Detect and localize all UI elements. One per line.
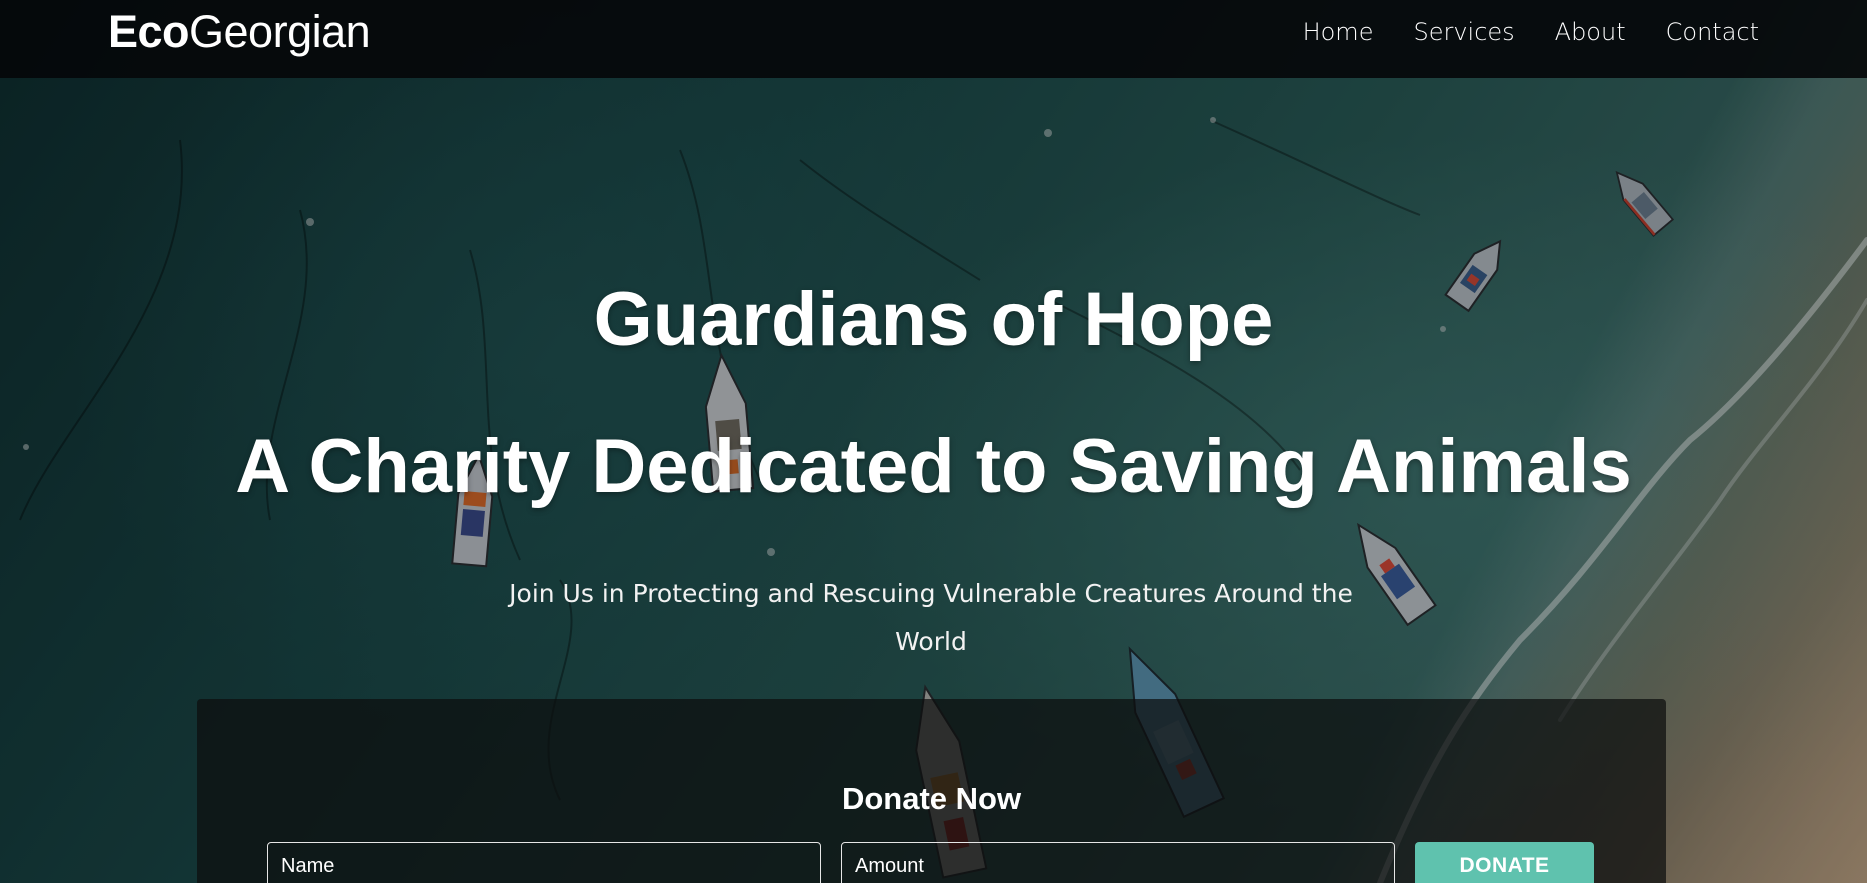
site-logo[interactable]: EcoGeorgian	[108, 6, 371, 58]
nav-link-services[interactable]: Services	[1413, 18, 1514, 46]
donation-amount-input[interactable]	[841, 842, 1395, 883]
hero-title-line2: A Charity Dedicated to Saving Animals	[235, 424, 1632, 509]
logo-regular-part: Georgian	[189, 6, 371, 57]
nav-link-about[interactable]: About	[1555, 18, 1626, 46]
top-navbar: EcoGeorgian Home Services About Contact	[0, 0, 1867, 78]
hero-subtitle: Join Us in Protecting and Rescuing Vulne…	[509, 579, 1353, 656]
donate-panel: Donate Now DONATE	[197, 699, 1666, 883]
donate-heading: Donate Now	[841, 781, 1022, 816]
nav-link-contact[interactable]: Contact	[1666, 18, 1759, 46]
logo-bold-part: Eco	[108, 6, 190, 57]
donate-button[interactable]: DONATE	[1415, 842, 1594, 883]
main-nav: Home Services About Contact	[1303, 18, 1759, 46]
hero-title-line1: Guardians of Hope	[593, 277, 1274, 362]
nav-link-home[interactable]: Home	[1303, 18, 1374, 46]
donor-name-input[interactable]	[267, 842, 821, 883]
